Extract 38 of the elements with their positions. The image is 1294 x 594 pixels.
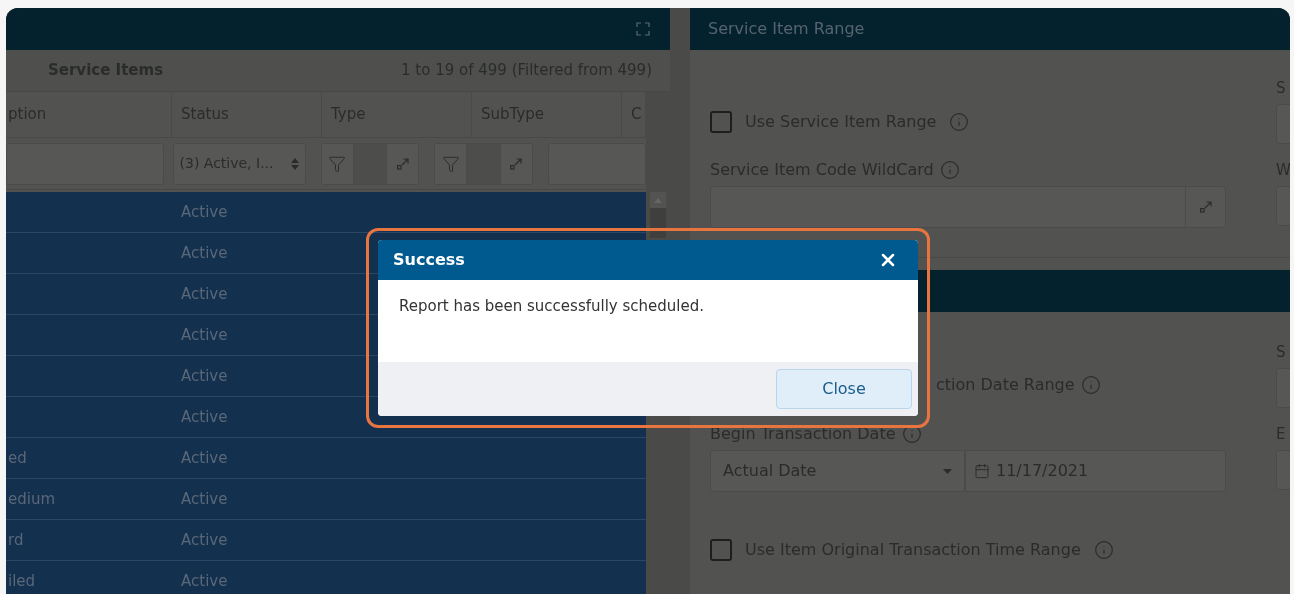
checkbox[interactable] — [710, 111, 732, 133]
fullscreen-icon[interactable] — [636, 22, 650, 36]
table-cell: Active — [181, 449, 228, 467]
sort-icon — [290, 157, 299, 170]
table-cell: edium — [8, 490, 56, 508]
filter-icon[interactable] — [441, 154, 460, 173]
table-cell: ed — [8, 449, 27, 467]
calendar-icon[interactable] — [974, 463, 990, 479]
table-cell: Active — [181, 285, 228, 303]
filter-field[interactable] — [434, 142, 533, 185]
table-row[interactable]: Active — [6, 192, 646, 233]
expand-icon — [510, 157, 522, 170]
table-row[interactable]: rd Active — [6, 520, 646, 561]
wildcard-field[interactable] — [710, 186, 1226, 228]
checkbox[interactable] — [710, 539, 732, 561]
table-row[interactable]: iled Active — [6, 561, 646, 594]
expand-icon — [396, 157, 409, 170]
scroll-up-button[interactable] — [650, 192, 666, 208]
filter-icon[interactable] — [328, 154, 347, 173]
table-cell: Active — [181, 203, 228, 221]
expand-icon — [1199, 201, 1212, 213]
table-cell: Active — [181, 244, 228, 262]
filter-field[interactable] — [320, 142, 420, 185]
filter-field[interactable] — [6, 142, 164, 185]
caret-icon — [943, 468, 952, 474]
table-row[interactable]: edium Active — [6, 479, 646, 520]
table-cell: Active — [181, 408, 228, 426]
table-row[interactable]: ed Active — [6, 438, 646, 479]
panel-title: Service Item Range — [708, 18, 865, 40]
table-cell: Active — [181, 531, 228, 549]
table-cell: Active — [181, 490, 228, 508]
table-cell: Active — [181, 326, 228, 344]
table-cell: Active — [181, 367, 228, 385]
table-cell: rd — [8, 531, 24, 549]
close-button[interactable]: Close — [776, 369, 912, 409]
dialog-title: Success — [393, 249, 465, 271]
table-cell: Active — [181, 572, 228, 590]
table-cell: iled — [8, 572, 36, 590]
